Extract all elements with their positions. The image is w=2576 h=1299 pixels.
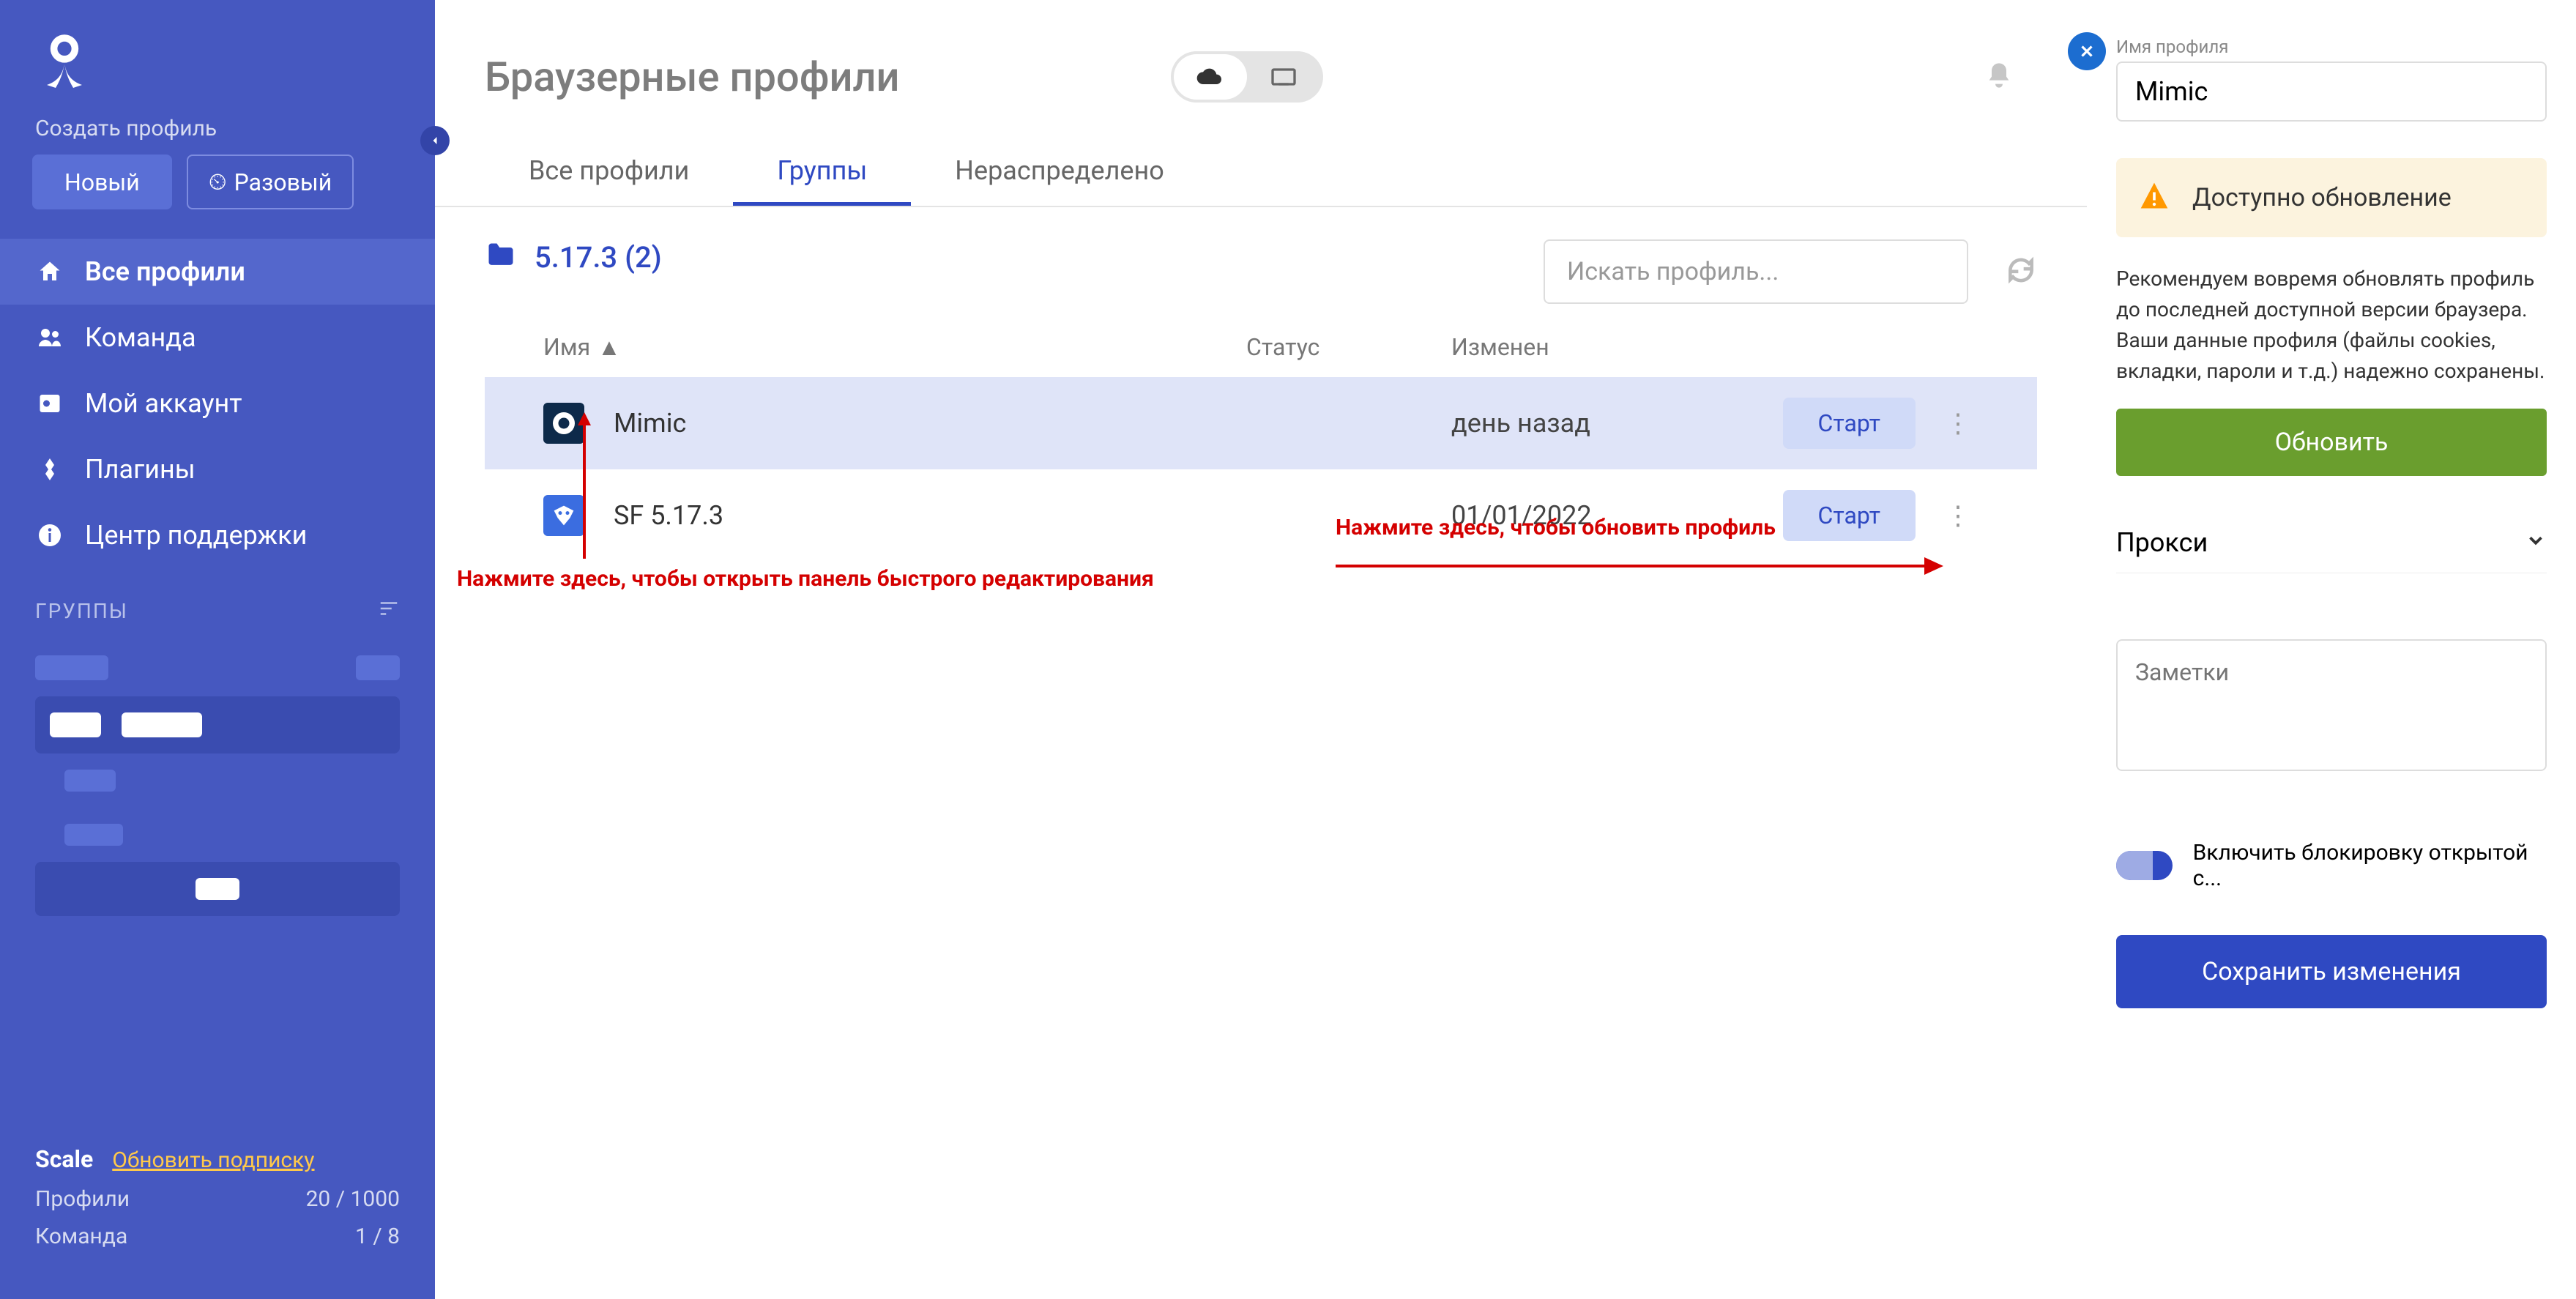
column-name-header[interactable]: Имя	[543, 333, 590, 361]
tab-unassigned[interactable]: Нераспределено	[911, 139, 1208, 206]
main-content: Браузерные профили Все профили Группы Не…	[435, 0, 2087, 1299]
save-changes-button[interactable]: Сохранить изменения	[2116, 935, 2547, 1008]
profile-name-input[interactable]	[2116, 62, 2547, 122]
nav-account[interactable]: Мой аккаунт	[0, 371, 435, 436]
nav-item-label: Команда	[85, 322, 196, 353]
nav-plugins[interactable]: Плагины	[0, 436, 435, 502]
more-icon[interactable]: ⋮	[1937, 408, 1978, 439]
group-item[interactable]	[35, 639, 400, 696]
nav-item-label: Плагины	[85, 454, 196, 485]
nav-support[interactable]: Центр поддержки	[0, 502, 435, 568]
app-logo	[0, 0, 435, 116]
start-button[interactable]: Старт	[1783, 490, 1916, 541]
annotation-update-hint: Нажмите здесь, чтобы обновить профиль	[1336, 515, 1776, 540]
update-description: Рекомендуем вовремя обновлять профиль до…	[2116, 264, 2547, 387]
once-button-label: Разовый	[234, 168, 332, 196]
folder-name[interactable]: 5.17.3 (2)	[535, 240, 662, 275]
tab-all-profiles[interactable]: Все профили	[485, 139, 733, 206]
team-icon	[35, 323, 64, 352]
once-profile-button[interactable]: ⏲ Разовый	[187, 155, 354, 209]
upgrade-subscription-link[interactable]: Обновить подписку	[112, 1147, 314, 1173]
profile-name: SF 5.17.3	[614, 500, 1246, 531]
nav-team[interactable]: Команда	[0, 305, 435, 371]
lock-toggle-label: Включить блокировку открытой с...	[2193, 840, 2547, 891]
profile-name: Mimic	[614, 408, 1246, 439]
more-icon[interactable]: ⋮	[1937, 500, 1978, 531]
update-available-banner: Доступно обновление	[2116, 158, 2547, 237]
tab-groups[interactable]: Группы	[733, 139, 911, 206]
group-item[interactable]	[35, 753, 400, 808]
info-icon	[35, 521, 64, 550]
sidebar-collapse-button[interactable]	[420, 126, 450, 155]
group-item[interactable]	[35, 862, 400, 916]
proxy-label: Прокси	[2116, 527, 2208, 558]
profile-name-label: Имя профиля	[2116, 37, 2547, 57]
create-profile-label: Создать профиль	[0, 116, 435, 155]
notifications-icon[interactable]	[1984, 61, 2014, 93]
stat-value: 1 / 8	[355, 1224, 400, 1249]
nav-item-label: Все профили	[85, 256, 245, 287]
folder-icon	[485, 239, 517, 275]
profile-modified: день назад	[1451, 408, 1730, 439]
timer-icon: ⏲	[209, 168, 227, 196]
nav-item-label: Центр поддержки	[85, 520, 307, 551]
quick-edit-panel: Имя профиля Доступно обновление Рекоменд…	[2087, 0, 2576, 1299]
group-item[interactable]	[35, 808, 400, 862]
warning-icon	[2138, 180, 2170, 215]
stat-label: Команда	[35, 1224, 127, 1249]
sort-icon[interactable]	[378, 598, 400, 625]
search-input[interactable]	[1544, 239, 1968, 304]
update-available-text: Доступно обновление	[2192, 183, 2452, 212]
new-profile-button[interactable]: Новый	[32, 155, 172, 209]
lock-session-toggle[interactable]	[2116, 851, 2173, 880]
column-modified-header[interactable]: Изменен	[1451, 333, 1730, 361]
close-panel-button[interactable]	[2068, 32, 2106, 70]
annotation-arrow-right	[1336, 544, 1943, 588]
stat-label: Профили	[35, 1186, 130, 1212]
plugins-icon	[35, 455, 64, 484]
annotation-edit-hint: Нажмите здесь, чтобы открыть панель быст…	[457, 566, 1154, 592]
update-profile-button[interactable]: Обновить	[2116, 409, 2547, 476]
annotation-arrow-up	[573, 412, 595, 559]
sidebar: Создать профиль Новый ⏲ Разовый Все проф…	[0, 0, 435, 1299]
plan-name: Scale	[35, 1145, 93, 1173]
chevron-down-icon	[2525, 527, 2547, 558]
stat-value: 20 / 1000	[306, 1186, 400, 1212]
start-button[interactable]: Старт	[1783, 398, 1916, 449]
sort-asc-icon: ▲	[598, 333, 621, 361]
local-view-button[interactable]	[1247, 54, 1320, 100]
group-item[interactable]	[35, 696, 400, 753]
table-row[interactable]: Mimic день назад Старт ⋮	[485, 377, 2037, 469]
nav-item-label: Мой аккаунт	[85, 388, 242, 419]
column-status-header[interactable]: Статус	[1246, 333, 1451, 361]
refresh-icon[interactable]	[2005, 254, 2037, 289]
page-title: Браузерные профили	[485, 53, 900, 101]
view-toggle	[1171, 51, 1323, 103]
home-icon	[35, 257, 64, 286]
cloud-view-button[interactable]	[1174, 54, 1247, 100]
notes-input[interactable]	[2116, 639, 2547, 771]
account-icon	[35, 389, 64, 418]
nav-all-profiles[interactable]: Все профили	[0, 239, 435, 305]
proxy-section-toggle[interactable]: Прокси	[2116, 513, 2547, 573]
groups-heading: ГРУППЫ	[35, 599, 128, 623]
